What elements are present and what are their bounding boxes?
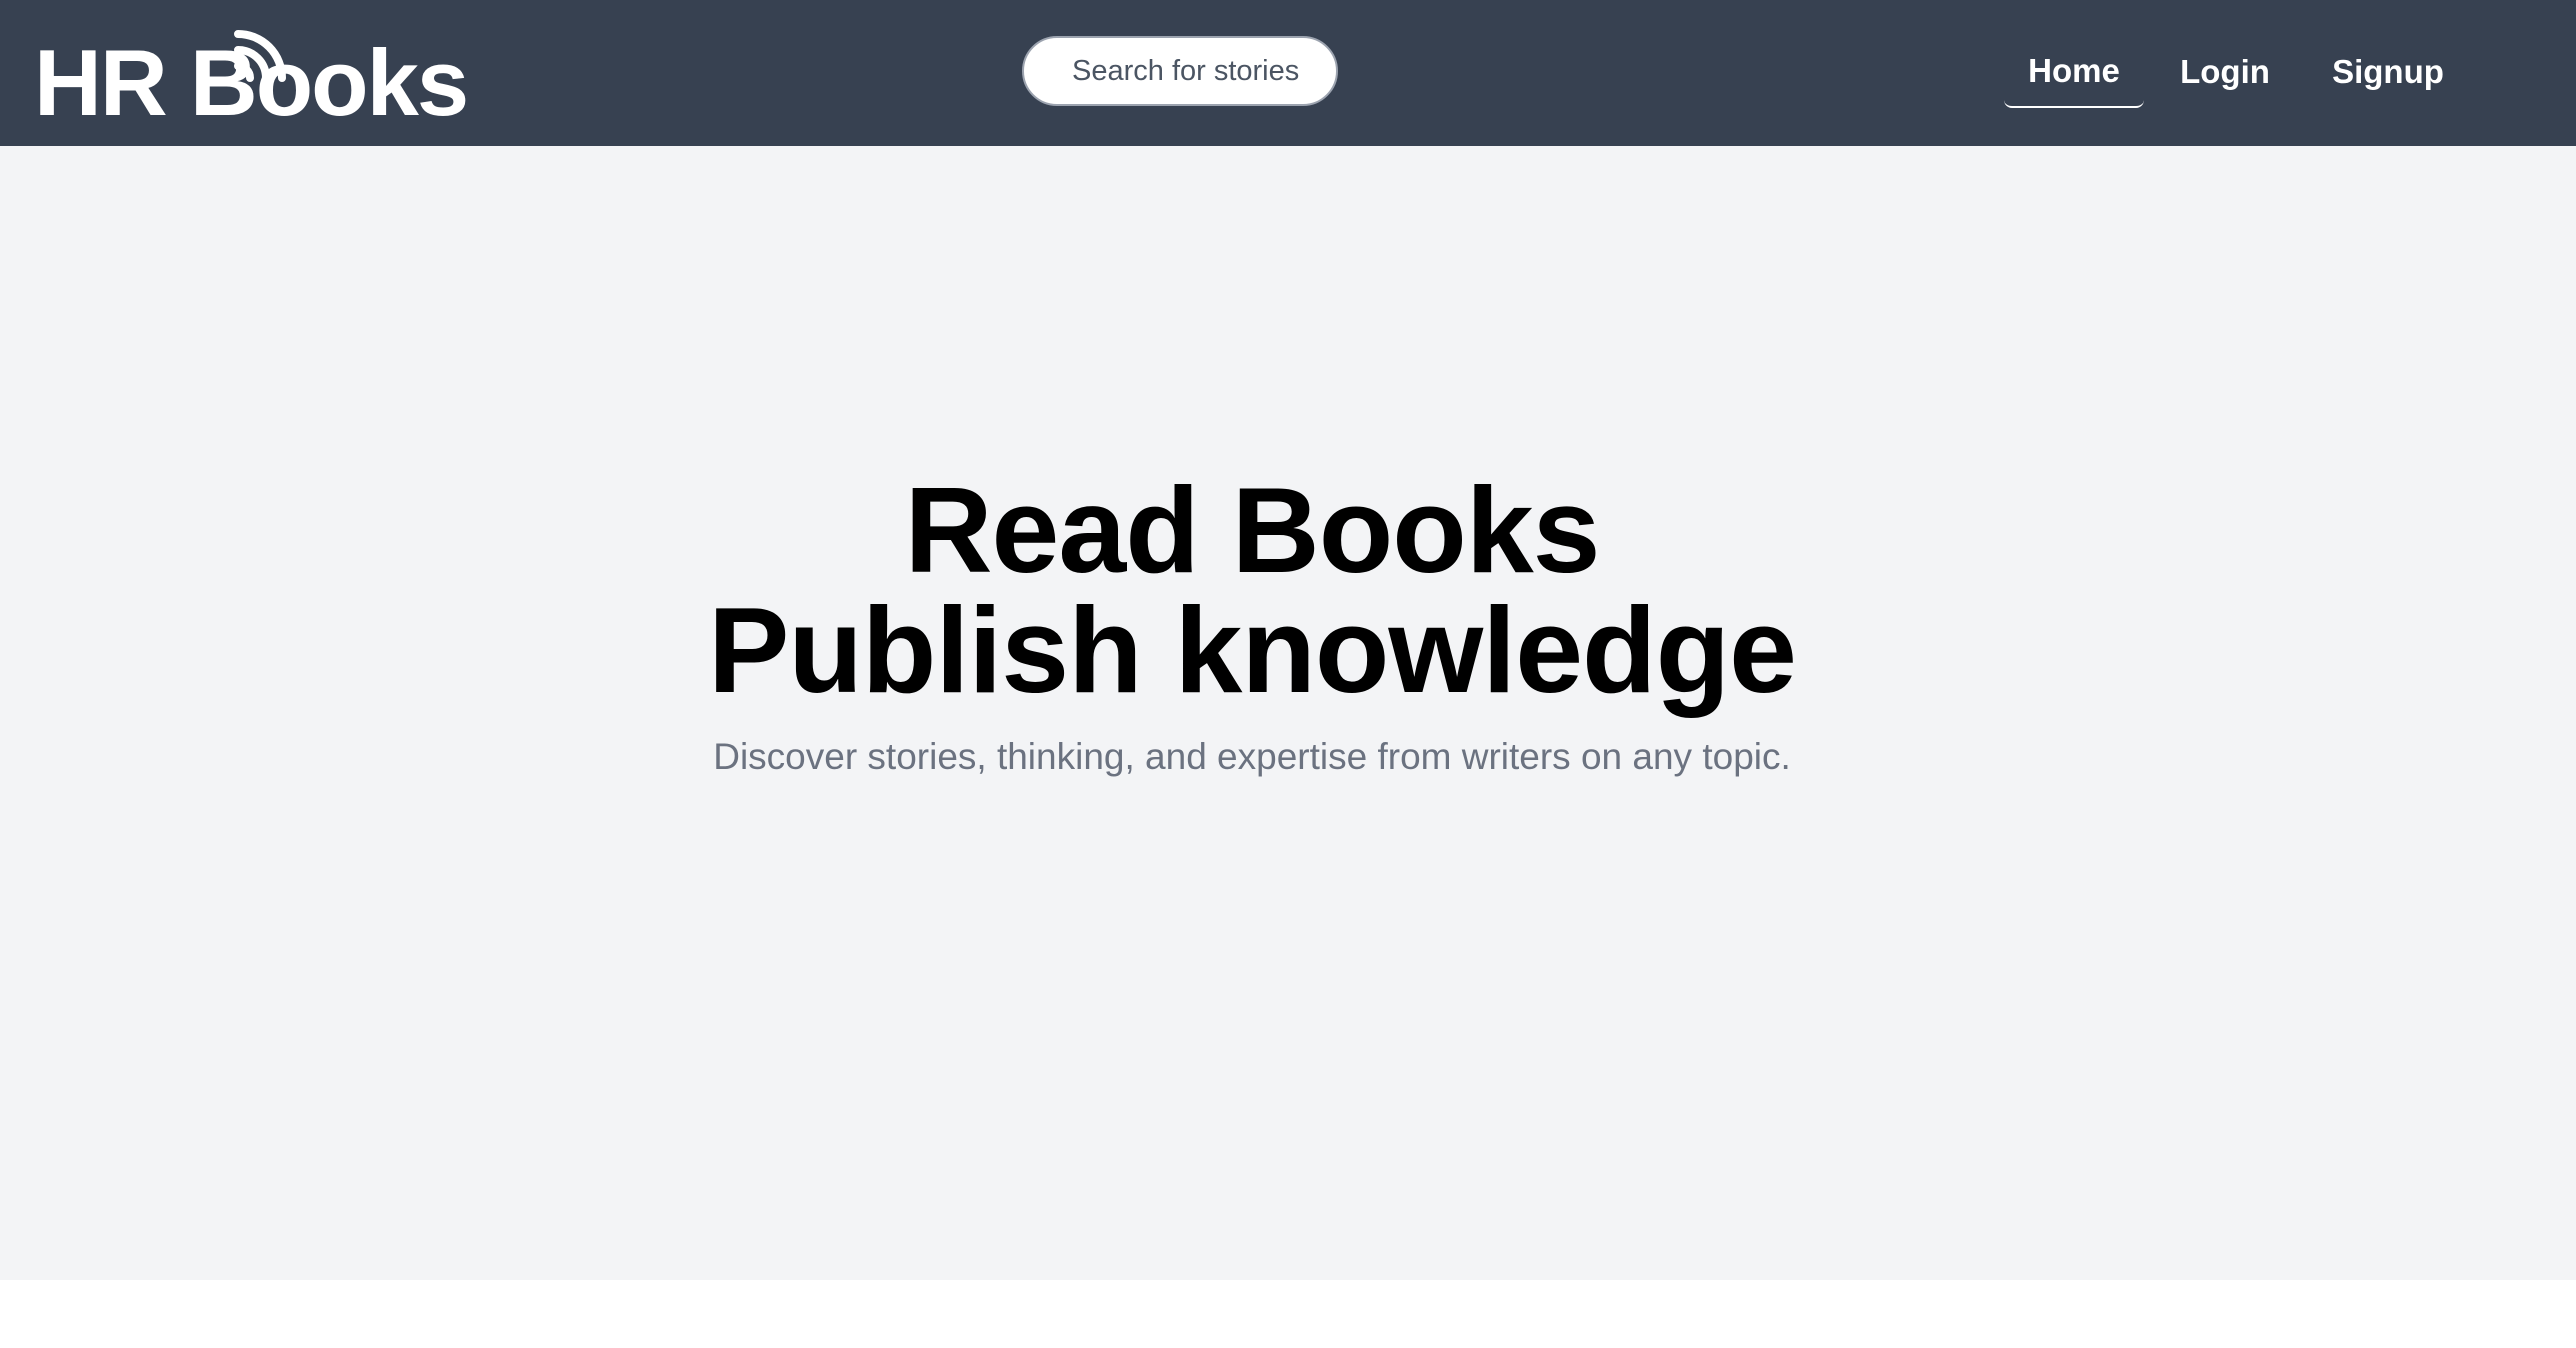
navbar: HR Books Home Login Signup — [0, 0, 2576, 146]
search-input[interactable] — [1072, 54, 1336, 88]
hero-heading-line2: Publish knowledge — [708, 582, 1797, 718]
hero-heading-line1: Read Books — [904, 462, 1600, 598]
brand-logo[interactable]: HR Books — [34, 18, 469, 130]
hero-section: Read Books Publish knowledge Discover st… — [0, 146, 2576, 1280]
nav-login-link[interactable]: Login — [2170, 36, 2280, 108]
nav-signup-link[interactable]: Signup — [2320, 36, 2456, 108]
nav-home-link[interactable]: Home — [2004, 36, 2144, 108]
hero-subtitle: Discover stories, thinking, and expertis… — [713, 736, 1791, 777]
signal-waves-icon — [234, 30, 286, 82]
search-box[interactable] — [1022, 36, 1338, 106]
